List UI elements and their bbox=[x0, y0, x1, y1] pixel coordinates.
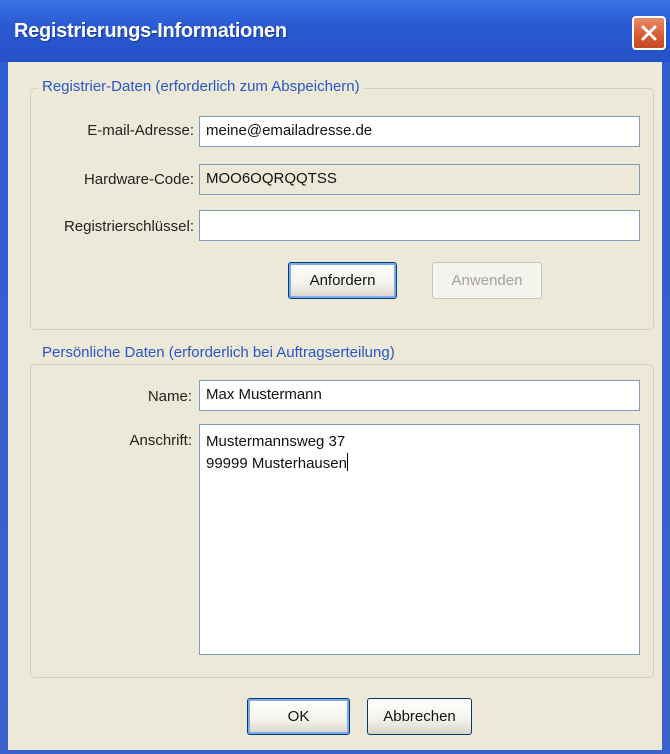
registration-key-label: Registrierschlüssel: bbox=[63, 218, 194, 235]
hardware-code-field[interactable]: MOO6OQRQQTSS bbox=[199, 164, 640, 195]
registration-group-legend: Registrier-Daten (erforderlich zum Abspe… bbox=[38, 78, 364, 95]
hardware-code-label: Hardware-Code: bbox=[83, 171, 194, 188]
ok-button[interactable]: OK bbox=[247, 698, 350, 735]
email-label: E-mail-Adresse: bbox=[87, 122, 194, 139]
close-icon bbox=[641, 25, 657, 41]
address-line-2-text: 99999 Musterhausen bbox=[206, 455, 347, 472]
address-label: Anschrift: bbox=[129, 432, 192, 449]
dialog-window: Registrierungs-Informationen Registrier-… bbox=[0, 0, 670, 754]
email-field[interactable]: meine@emailadresse.de bbox=[199, 116, 640, 147]
request-button[interactable]: Anfordern bbox=[288, 262, 397, 299]
title-bar[interactable]: Registrierungs-Informationen bbox=[0, 0, 670, 62]
name-label: Name: bbox=[147, 388, 192, 405]
address-line-1: Mustermannsweg 37 bbox=[206, 433, 346, 450]
dialog-client-area: Registrier-Daten (erforderlich zum Abspe… bbox=[8, 62, 662, 750]
cancel-button[interactable]: Abbrechen bbox=[367, 698, 472, 735]
registration-key-field[interactable] bbox=[199, 210, 640, 241]
address-textarea[interactable]: Mustermannsweg 37 99999 Musterhausen bbox=[199, 424, 640, 655]
text-caret bbox=[346, 453, 348, 471]
window-title: Registrierungs-Informationen bbox=[14, 20, 287, 42]
personal-data-group-legend: Persönliche Daten (erforderlich bei Auft… bbox=[38, 344, 399, 361]
name-field[interactable]: Max Mustermann bbox=[199, 380, 640, 411]
apply-button[interactable]: Anwenden bbox=[432, 262, 542, 299]
close-button[interactable] bbox=[632, 16, 666, 50]
address-line-2: 99999 Musterhausen bbox=[206, 453, 633, 475]
